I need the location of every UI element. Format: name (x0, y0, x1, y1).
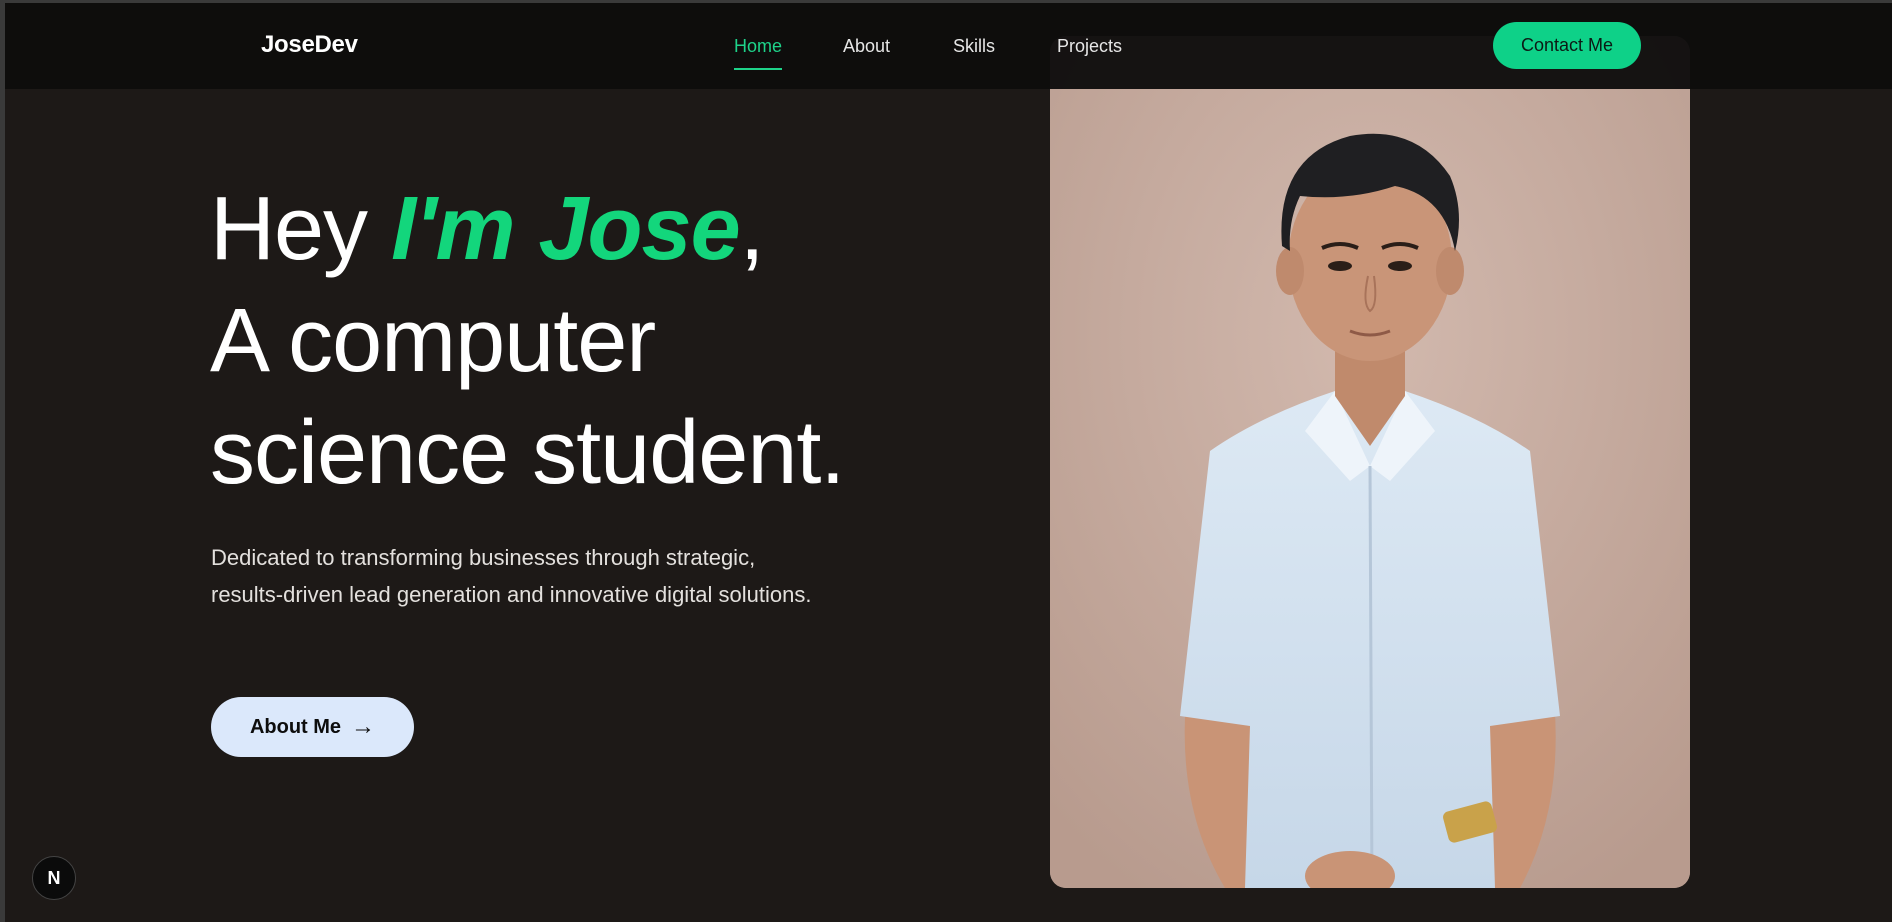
active-underline (734, 68, 783, 70)
nav-link-label: Skills (953, 36, 996, 56)
nav-link-skills[interactable]: Skills (953, 36, 995, 57)
nav-link-projects[interactable]: Projects (1057, 36, 1122, 57)
hero-name: I'm Jose (391, 179, 741, 279)
nav-link-label: About (843, 36, 891, 56)
brand-logo[interactable]: JoseDev (261, 31, 358, 59)
contact-me-button[interactable]: Contact Me (1493, 22, 1641, 69)
hero-comma: , (739, 179, 765, 279)
about-me-button[interactable]: About Me → (211, 697, 414, 757)
nav-link-about[interactable]: About (843, 36, 890, 57)
nav-link-label: Projects (1057, 36, 1123, 56)
hero-line-2: A computer (210, 291, 656, 391)
nextjs-logo-icon[interactable]: N (32, 856, 76, 900)
nav-link-label: Home (734, 36, 783, 56)
hero-line-3: science student. (210, 403, 845, 503)
hero-greeting: Hey (210, 179, 392, 279)
hero-heading: Hey I'm Jose, A computer science student… (210, 173, 845, 509)
badge-letter: N (47, 867, 61, 888)
browser-viewport: JoseDev Home About Skills Projects Conta… (5, 3, 1892, 922)
portrait-illustration (1050, 36, 1690, 888)
arrow-right-icon: → (351, 713, 376, 740)
profile-photo (1050, 36, 1690, 888)
navbar: JoseDev Home About Skills Projects Conta… (5, 3, 1892, 89)
about-me-label: About Me (249, 715, 342, 738)
hero-description: Dedicated to transforming businesses thr… (211, 545, 812, 607)
nav-link-home[interactable]: Home (734, 36, 783, 70)
